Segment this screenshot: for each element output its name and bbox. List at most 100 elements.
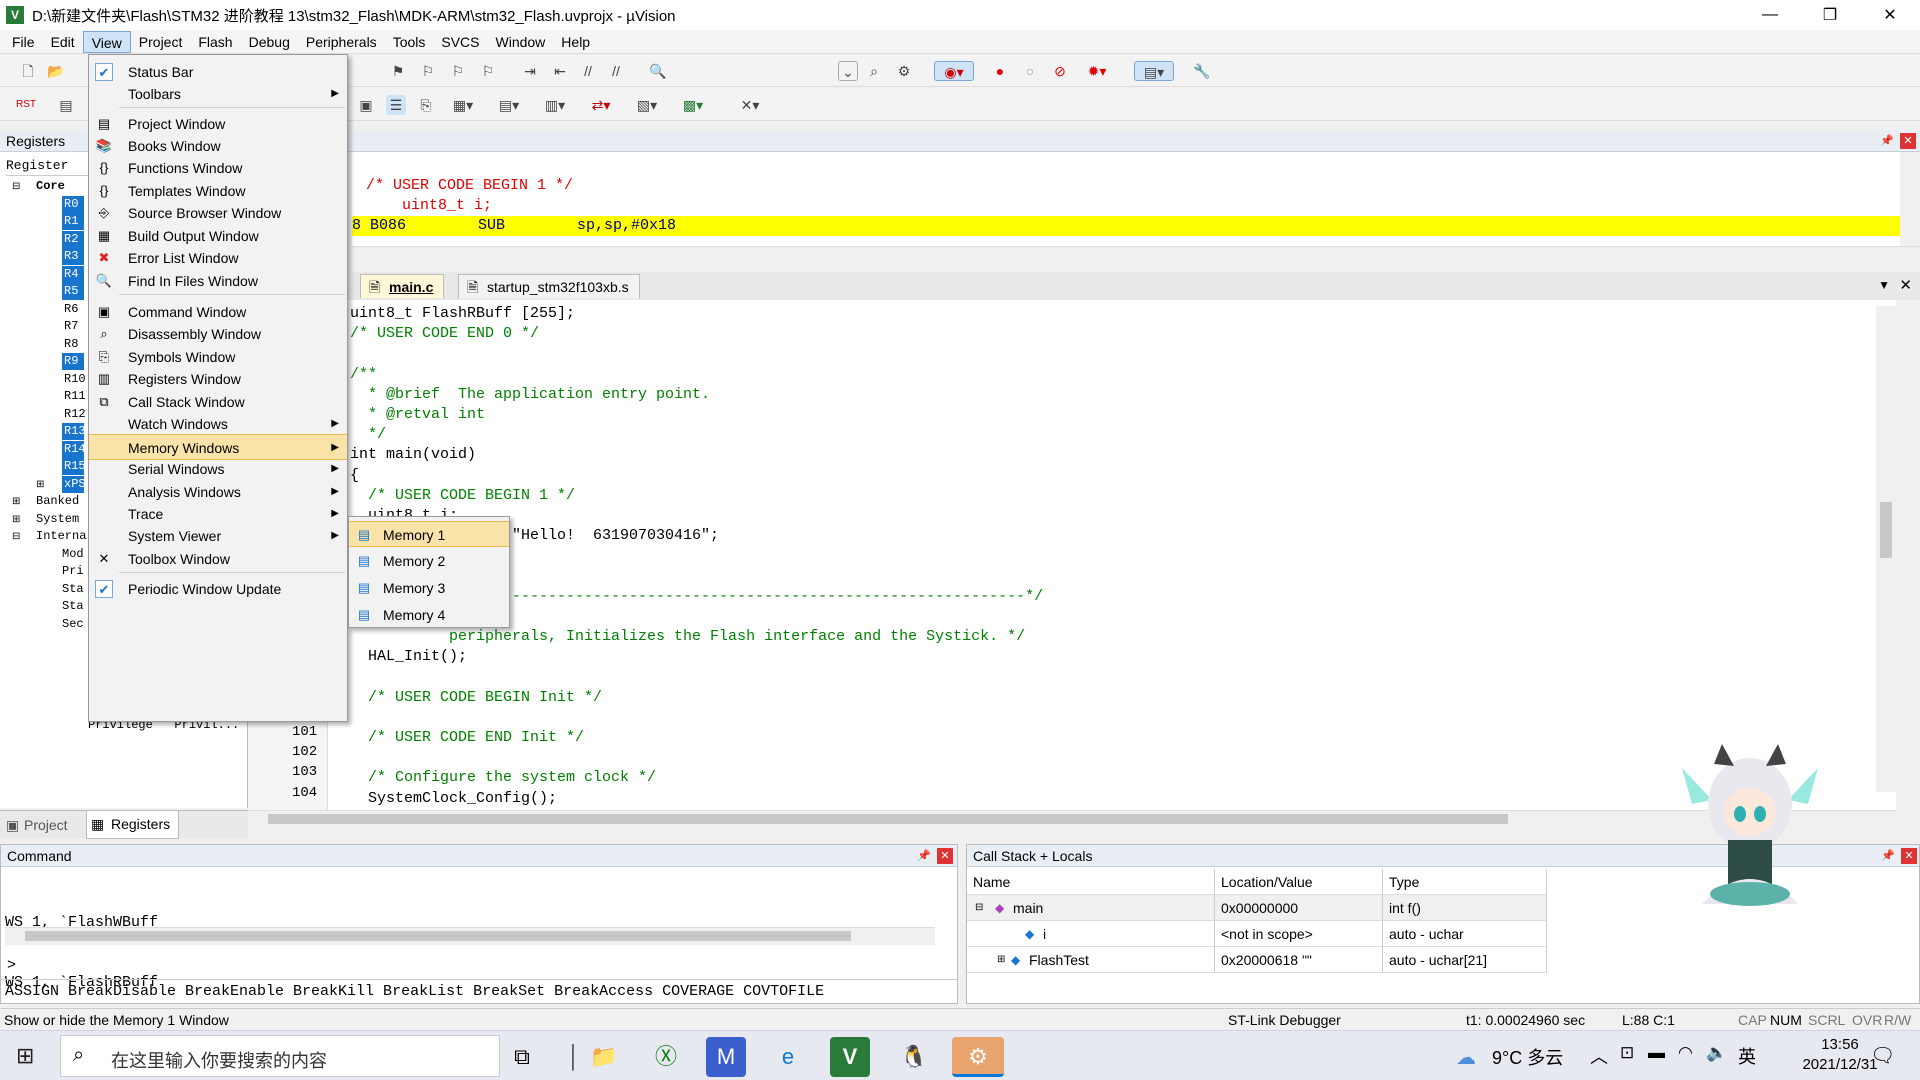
restore-button[interactable]: ❐ [1800, 0, 1860, 30]
memory-4-menu-item[interactable]: ▤ Memory 4 [349, 602, 509, 628]
menu-svcs[interactable]: SVCS [433, 31, 487, 53]
call-stack-value[interactable]: 0x00000000 [1215, 895, 1383, 921]
column-header-type[interactable]: Type [1383, 869, 1547, 895]
minimize-button[interactable]: — [1740, 0, 1800, 30]
call-stack-value[interactable]: <not in scope> [1215, 921, 1383, 947]
memory-2-menu-item[interactable]: ▤ Memory 2 [349, 548, 509, 574]
qq-icon[interactable]: 🐧 [894, 1037, 934, 1077]
menu-help[interactable]: Help [553, 31, 598, 53]
insert-breakpoint-icon[interactable]: ● [990, 61, 1010, 81]
debug-session-icon[interactable]: ◉▾ [934, 61, 974, 81]
reset-icon[interactable]: RST [16, 95, 36, 115]
editor-vscroll[interactable] [1876, 306, 1896, 792]
tab-project[interactable]: ▣ Project [4, 813, 74, 837]
menu-item-toolbars[interactable]: Toolbars ▶ [89, 81, 347, 107]
disassembly-close-icon[interactable]: ✕ [1900, 133, 1916, 149]
active-app-icon[interactable]: ⚙ [952, 1037, 1004, 1077]
tab-main-c[interactable]: 🗎 main.c [360, 274, 445, 298]
find-combo-dropdown-icon[interactable]: ⌄ [838, 61, 858, 81]
find-in-files-toolbar-icon[interactable]: 🔍 [648, 61, 668, 81]
edge-browser-icon[interactable]: e [768, 1037, 808, 1077]
command-window-toolbar-icon[interactable]: ▣ [356, 95, 376, 115]
command-prompt[interactable]: > [7, 957, 16, 974]
menu-peripherals[interactable]: Peripherals [298, 31, 385, 53]
editor-close-icon[interactable]: ✕ [1899, 276, 1912, 294]
registers-toolbar-icon[interactable]: ▦▾ [446, 95, 480, 115]
call-stack-value[interactable]: 0x20000618 "" [1215, 947, 1383, 973]
visual-studio-code-icon[interactable]: M [706, 1037, 746, 1077]
menu-window[interactable]: Window [488, 31, 554, 53]
serial-toolbar-icon[interactable]: ▧▾ [630, 95, 664, 115]
editor-hscroll[interactable] [248, 810, 1896, 830]
tab-registers[interactable]: ▦ Registers [86, 811, 180, 839]
unindent-icon[interactable]: ⇤ [550, 61, 570, 81]
bookmark-next-icon[interactable]: ⚐ [448, 61, 468, 81]
call-stack-row-name[interactable]: ◆ i [967, 921, 1215, 947]
collapse-icon[interactable]: ⊟ [12, 178, 20, 195]
menu-item-periodic-window-update[interactable]: ✔ Periodic Window Update [89, 576, 347, 602]
bookmark-icon[interactable]: ⚑ [388, 61, 408, 81]
enable-breakpoint-icon[interactable]: ○ [1020, 61, 1040, 81]
new-file-icon[interactable]: 🗋 [18, 61, 38, 81]
disable-breakpoints-icon[interactable]: ⊘ [1050, 61, 1070, 81]
collapse-icon[interactable]: ⊟ [12, 528, 20, 545]
notifications-icon[interactable]: 🗨 [1870, 1043, 1895, 1068]
memory-toolbar-icon[interactable]: ⇄▾ [584, 95, 618, 115]
column-header-value[interactable]: Location/Value [1215, 869, 1383, 895]
close-window-button[interactable]: ✕ [1860, 0, 1920, 30]
memory-3-menu-item[interactable]: ▤ Memory 3 [349, 575, 509, 601]
analysis-toolbar-icon[interactable]: ▩▾ [676, 95, 710, 115]
tabs-dropdown-icon[interactable]: ▼ [1878, 278, 1890, 292]
toolbox-toolbar-icon[interactable]: ✕▾ [730, 95, 770, 115]
weather-text[interactable]: 9°C 多云 [1492, 1044, 1563, 1070]
xbox-icon[interactable]: Ⓧ [646, 1037, 686, 1077]
file-explorer-icon[interactable]: 📁 [584, 1037, 624, 1077]
comment-icon[interactable]: // [578, 61, 598, 81]
expand-icon[interactable]: ⊞ [997, 947, 1005, 972]
menu-tools[interactable]: Tools [385, 31, 434, 53]
call-stack-toolbar-icon[interactable]: ▤▾ [492, 95, 526, 115]
configure-icon[interactable]: 🔧 [1192, 61, 1212, 81]
menu-item-find-in-files-window[interactable]: 🔍 Find In Files Window [89, 268, 347, 294]
expand-icon[interactable]: ⊞ [12, 493, 20, 510]
expand-icon[interactable]: ⊞ [12, 511, 20, 528]
command-hscroll[interactable] [5, 927, 935, 945]
kill-breakpoints-icon[interactable]: ✹▾ [1080, 61, 1114, 81]
collapse-icon[interactable]: ⊟ [975, 895, 983, 920]
editor-vscroll-thumb[interactable] [1880, 502, 1892, 558]
menu-view[interactable]: View [82, 30, 131, 53]
indent-icon[interactable]: ⇥ [520, 61, 540, 81]
incremental-find-icon[interactable]: ⚙ [894, 61, 914, 81]
menu-file[interactable]: File [4, 31, 43, 53]
menu-flash[interactable]: Flash [190, 31, 240, 53]
command-pin-icon[interactable]: 📌 [917, 849, 931, 863]
menu-project[interactable]: Project [131, 31, 191, 53]
command-close-icon[interactable]: ✕ [937, 848, 953, 864]
window-layout-icon[interactable]: ▤▾ [1134, 61, 1174, 81]
tab-startup[interactable]: 🗎 startup_stm32f103xb.s [458, 274, 640, 298]
disasm-hscroll[interactable] [352, 246, 1920, 262]
find-icon[interactable]: ⌕ [864, 61, 884, 81]
bookmark-prev-icon[interactable]: ⚐ [418, 61, 438, 81]
menu-item-toolbox-window[interactable]: ✕ Toolbox Window [89, 546, 347, 572]
battery-icon[interactable]: ▬ [1648, 1043, 1665, 1063]
memory-1-menu-item[interactable]: ▤ Memory 1 [349, 521, 509, 547]
expand-icon[interactable]: ⊞ [36, 476, 44, 493]
network-icon[interactable]: ◠ [1678, 1043, 1693, 1063]
disasm-vscroll[interactable] [1900, 152, 1920, 248]
taskbar-search-box[interactable]: ⌕ 在这里输入你要搜索的内容 [60, 1035, 500, 1077]
call-stack-row-name[interactable]: ⊞ ◆ FlashTest [967, 947, 1215, 973]
keil-uvision-taskbar-icon[interactable]: V [830, 1037, 870, 1077]
editor-hscroll-thumb[interactable] [268, 814, 1508, 824]
disassembly-pin-icon[interactable]: 📌 [1880, 134, 1894, 148]
run-icon[interactable]: ▤ [56, 95, 76, 115]
column-header-name[interactable]: Name [967, 869, 1215, 895]
call-stack-row-name[interactable]: ⊟ ◆ main [967, 895, 1215, 921]
uncomment-icon[interactable]: // [606, 61, 626, 81]
menu-debug[interactable]: Debug [241, 31, 298, 53]
meet-now-icon[interactable]: ⊡ [1620, 1043, 1634, 1063]
watch-toolbar-icon[interactable]: ▥▾ [538, 95, 572, 115]
symbols-toolbar-icon[interactable]: ⎘ [416, 95, 436, 115]
call-stack-close-icon[interactable]: ✕ [1901, 848, 1917, 864]
task-view-icon[interactable]: ⧉ [502, 1037, 542, 1077]
